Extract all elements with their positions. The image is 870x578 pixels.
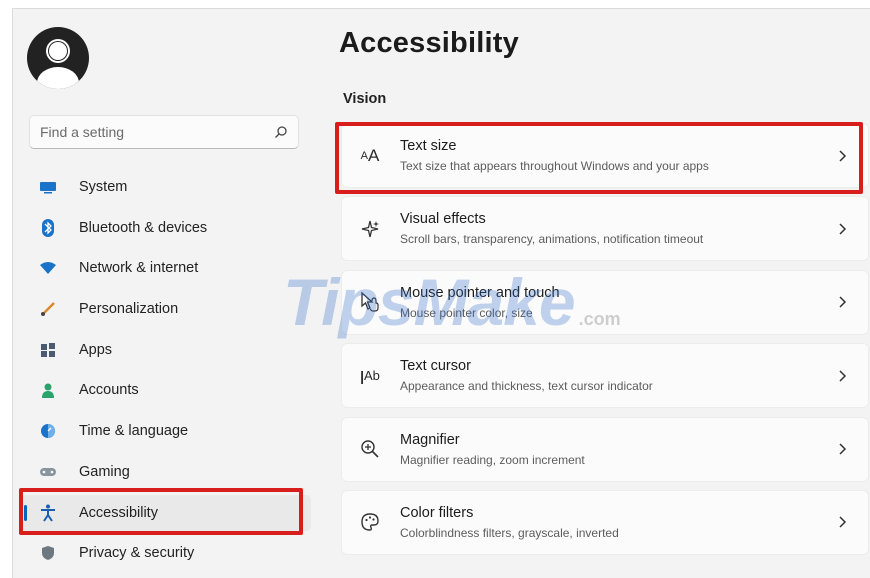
globe-clock-icon <box>39 422 57 440</box>
page-title: Accessibility <box>339 27 519 59</box>
sidebar-item-label: System <box>79 179 128 195</box>
sidebar-item-system[interactable]: System <box>21 169 311 205</box>
watermark: TipsMake .com <box>283 265 621 339</box>
sidebar: System Bluetooth & devices Network & int… <box>13 9 323 578</box>
person-icon <box>39 381 57 399</box>
avatar[interactable] <box>27 27 89 89</box>
sidebar-item-label: Apps <box>79 341 113 358</box>
sidebar-item-label: Gaming <box>79 463 130 480</box>
chevron-right-icon <box>828 443 858 455</box>
highlight-box-accessibility <box>19 488 303 535</box>
gamepad-icon <box>39 463 57 481</box>
chevron-right-icon <box>828 296 858 308</box>
card-color-filters[interactable]: Color filters Colorblindness filters, gr… <box>341 489 869 555</box>
wifi-icon <box>39 259 57 277</box>
monitor-icon <box>39 178 57 196</box>
sidebar-item-label: Accounts <box>79 382 139 399</box>
section-heading-vision: Vision <box>343 91 387 107</box>
sparkle-icon <box>358 217 382 241</box>
card-subtitle: Appearance and thickness, text cursor in… <box>400 379 653 394</box>
card-magnifier[interactable]: Magnifier Magnifier reading, zoom increm… <box>341 416 869 482</box>
card-visual-effects[interactable]: Visual effects Scroll bars, transparency… <box>341 196 869 262</box>
sidebar-item-privacy[interactable]: Privacy & security <box>21 535 311 571</box>
search-box[interactable] <box>29 115 299 149</box>
bluetooth-icon <box>39 218 57 237</box>
brush-icon <box>39 300 57 318</box>
sidebar-item-label: Bluetooth & devices <box>79 219 208 236</box>
card-subtitle: Magnifier reading, zoom increment <box>400 452 585 467</box>
search-input[interactable] <box>40 124 274 140</box>
card-title: Color filters <box>400 504 474 521</box>
card-text-cursor[interactable]: | Ab Text cursor Appearance and thickness… <box>341 343 869 409</box>
palette-icon <box>358 510 382 534</box>
chevron-right-icon <box>828 223 858 235</box>
search-icon[interactable] <box>274 125 288 139</box>
sidebar-item-label: Network & internet <box>79 260 199 277</box>
shield-icon <box>39 544 57 562</box>
highlight-box-text-size <box>335 122 863 194</box>
sidebar-item-time-language[interactable]: Time & language <box>21 413 311 449</box>
sidebar-item-gaming[interactable]: Gaming <box>21 454 311 490</box>
card-title: Visual effects <box>400 211 486 228</box>
chevron-right-icon <box>828 370 858 382</box>
card-subtitle: Colorblindness filters, grayscale, inver… <box>400 525 619 540</box>
card-title: Text cursor <box>400 358 471 375</box>
sidebar-item-bluetooth[interactable]: Bluetooth & devices <box>21 210 311 246</box>
settings-window: System Bluetooth & devices Network & int… <box>12 8 870 578</box>
card-subtitle: Scroll bars, transparency, animations, n… <box>400 232 704 247</box>
sidebar-item-accounts[interactable]: Accounts <box>21 372 311 408</box>
sidebar-item-apps[interactable]: Apps <box>21 332 311 368</box>
user-avatar-icon <box>27 27 89 89</box>
card-title: Magnifier <box>400 431 460 448</box>
magnifier-icon <box>358 437 382 461</box>
sidebar-item-personalization[interactable]: Personalization <box>21 291 311 327</box>
chevron-right-icon <box>828 516 858 528</box>
apps-icon <box>39 341 57 359</box>
sidebar-item-label: Personalization <box>79 301 179 318</box>
sidebar-item-label: Privacy & security <box>79 545 195 562</box>
sidebar-item-network[interactable]: Network & internet <box>21 250 311 286</box>
text-cursor-icon: | Ab <box>360 367 380 384</box>
sidebar-item-label: Time & language <box>79 423 189 440</box>
